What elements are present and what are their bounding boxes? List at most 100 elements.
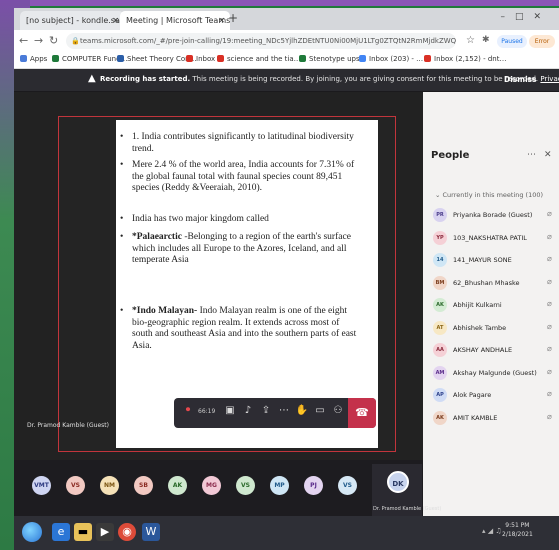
share-screen-icon[interactable]: ⇪ xyxy=(258,405,274,416)
reload-icon[interactable]: ↻ xyxy=(49,34,58,47)
more-actions-icon[interactable]: ⋯ xyxy=(276,405,292,416)
apps-icon xyxy=(20,55,27,62)
participant-avatar[interactable]: AK xyxy=(168,476,187,495)
tab-teams-meeting[interactable]: Meeting | Microsoft Teams ✕ xyxy=(120,11,230,30)
mic-off-icon: ⌀ xyxy=(547,254,552,263)
bookmark-item[interactable]: Sheet Theory Con… xyxy=(117,55,197,63)
avatar: DK xyxy=(387,471,409,493)
mic-off-icon: ⌀ xyxy=(547,389,552,398)
chat-icon[interactable]: ▭ xyxy=(312,405,328,416)
participant-row[interactable]: 14 141_MAYUR SONE ⌀ xyxy=(433,251,555,269)
call-controls: ⏺ 66:19 ▣ ♪ ⇪ ⋯ ✋ ▭ ⚇ ☎ xyxy=(174,398,376,428)
warning-icon: ▲ xyxy=(88,73,96,84)
mic-off-icon: ⌀ xyxy=(547,344,552,353)
tab-mail[interactable]: [no subject] - kondle.sayan… ✕ xyxy=(20,11,124,30)
participants-icon[interactable]: ⚇ xyxy=(330,405,346,416)
update-button[interactable]: Error xyxy=(529,35,555,48)
browser-window: [no subject] - kondle.sayan… ✕ Meeting |… xyxy=(14,8,559,550)
participant-row[interactable]: AK Abhijit Kulkarni ⌀ xyxy=(433,296,555,314)
back-icon[interactable]: ← xyxy=(19,34,28,47)
file-explorer-icon[interactable]: ▬ xyxy=(74,523,92,541)
bookmark-item[interactable]: Inbox xyxy=(186,55,215,63)
participant-avatar[interactable]: VS xyxy=(66,476,85,495)
participant-name: Alok Pagare xyxy=(453,391,492,399)
slide-bullet: • *Indo Malayan- Indo Malayan realm is o… xyxy=(120,306,357,351)
google-icon xyxy=(359,55,366,62)
mic-off-icon: ⌀ xyxy=(547,209,552,218)
mic-off-icon: ⌀ xyxy=(547,276,552,286)
new-tab-icon[interactable]: + xyxy=(228,11,238,25)
bookmark-star-icon[interactable]: ☆ xyxy=(466,35,475,46)
raise-hand-icon[interactable]: ✋ xyxy=(294,405,310,416)
system-clock[interactable]: 9:51 PM 2/18/2021 xyxy=(502,521,533,539)
participant-row[interactable]: AM Akshay Malgunde (Guest) ⌀ xyxy=(433,364,555,382)
dismiss-button[interactable]: Dismiss xyxy=(504,75,537,84)
close-tab-icon[interactable]: ✕ xyxy=(218,11,225,30)
participant-name: AKSHAY ANDHALE xyxy=(453,346,513,354)
hang-up-button[interactable]: ☎ xyxy=(348,398,376,428)
presenter-name: Dr. Pramod Kamble (Guest) xyxy=(27,422,109,429)
tab-label: [no subject] - kondle.sayan… xyxy=(26,16,124,25)
avatar: AK xyxy=(433,410,447,425)
media-player-icon[interactable]: ▶ xyxy=(96,523,114,541)
participant-avatar[interactable]: VS xyxy=(338,476,357,495)
participant-row[interactable]: PR Priyanka Borade (Guest) ⌀ xyxy=(433,206,555,224)
address-bar[interactable]: teams.microsoft.com/_#/pre-join-calling/… xyxy=(66,33,456,49)
close-icon[interactable]: ✕ xyxy=(544,150,552,160)
gmail-icon xyxy=(424,55,431,62)
participant-name: 141_MAYUR SONE xyxy=(453,256,512,264)
camera-icon[interactable]: ▣ xyxy=(222,405,238,416)
participant-name: AMIT KAMBLE xyxy=(453,413,498,422)
meeting-stage: • 1. India contributes significantly to … xyxy=(14,92,423,460)
slide-bullet: • *Palaearctic -Belonging to a region of… xyxy=(120,232,351,265)
active-speaker-tile[interactable]: DK Dr. Pramod Kamble (Guest) xyxy=(372,464,441,516)
profile-button[interactable]: Paused xyxy=(497,35,527,48)
extension-icon[interactable]: ✱ xyxy=(482,35,490,45)
participant-row[interactable]: BM 62_Bhushan Mhaske ⌀ xyxy=(433,274,555,292)
more-options-icon[interactable]: ⋯ xyxy=(527,150,536,160)
tab-bar: [no subject] - kondle.sayan… ✕ Meeting |… xyxy=(14,8,559,30)
bookmark-item[interactable]: Stenotype ups xyxy=(299,55,360,63)
banner-text: This meeting is being recorded. By joini… xyxy=(192,75,539,83)
call-timer: 66:19 xyxy=(198,408,216,415)
participant-avatar[interactable]: NM xyxy=(100,476,119,495)
avatar: BM xyxy=(433,275,447,290)
participant-avatar[interactable]: MG xyxy=(202,476,221,495)
network-icon[interactable]: ▴ ◢ ♫ xyxy=(482,527,502,535)
ie-icon[interactable]: e xyxy=(52,523,70,541)
participant-avatar[interactable]: VMT xyxy=(32,476,51,495)
participant-row[interactable]: AP Alok Pagare ⌀ xyxy=(433,386,555,404)
participant-row[interactable]: AT Abhishek Tambe ⌀ xyxy=(433,319,555,337)
speaker-name: Dr. Pramod Kamble (Guest) xyxy=(373,506,442,512)
section-header[interactable]: ⌄ Currently in this meeting (100) xyxy=(435,191,543,199)
participant-row[interactable]: AK AMIT KAMBLE ⌀ xyxy=(433,409,555,427)
mic-off-icon: ⌀ xyxy=(547,299,552,308)
desktop-background xyxy=(0,0,559,6)
participant-avatar[interactable]: VS xyxy=(236,476,255,495)
slide-bullet: • 1. India contributes significantly to … xyxy=(120,132,354,154)
participant-row[interactable]: YP 103_NAKSHATRA PATIL ⌀ xyxy=(433,229,555,247)
privacy-policy-link[interactable]: Privacy policy xyxy=(540,75,559,83)
mic-icon[interactable]: ♪ xyxy=(240,405,256,416)
start-button[interactable] xyxy=(22,522,42,542)
word-icon[interactable]: W xyxy=(142,523,160,541)
bookmark-apps[interactable]: Apps xyxy=(20,55,47,63)
participant-name: 62_Bhushan Mhaske xyxy=(453,278,520,287)
avatar: PR xyxy=(433,208,447,222)
forward-icon[interactable]: → xyxy=(34,34,43,47)
participant-strip: VMT VS NM SB AK MG VS MP PJ VS DK Dr. Pramod Kamb… xyxy=(14,460,441,516)
participant-avatar[interactable]: MP xyxy=(270,476,289,495)
chrome-icon[interactable]: ◉ xyxy=(118,523,136,541)
bookmark-item[interactable]: science and the tia… xyxy=(217,55,301,63)
avatar: AA xyxy=(433,343,447,357)
bookmark-item[interactable]: Inbox (2,152) - dnt… xyxy=(424,55,506,63)
window-controls[interactable]: –□✕ xyxy=(500,12,551,22)
participant-row[interactable]: AA AKSHAY ANDHALE ⌀ xyxy=(433,341,555,359)
participant-avatar[interactable]: PJ xyxy=(304,476,323,495)
bookmark-item[interactable]: Inbox (203) - … xyxy=(359,55,423,63)
close-tab-icon[interactable]: ✕ xyxy=(112,11,119,30)
participant-name: Akshay Malgunde (Guest) xyxy=(453,368,537,377)
participant-avatar[interactable]: SB xyxy=(134,476,153,495)
bookmark-icon xyxy=(299,55,306,62)
participant-name: Abhishek Tambe xyxy=(453,323,507,332)
